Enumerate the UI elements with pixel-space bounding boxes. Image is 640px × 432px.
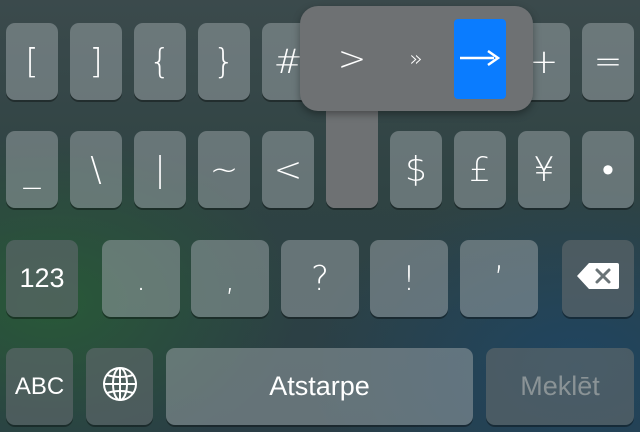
key-dollar[interactable]: $ xyxy=(390,131,442,208)
popup-option-guillemet[interactable]: » xyxy=(390,19,442,99)
key-tilde[interactable]: ~ xyxy=(198,131,250,208)
backspace-icon xyxy=(575,261,621,297)
popup-option-greater-than[interactable]: > xyxy=(326,19,378,99)
key-less-than[interactable]: < xyxy=(262,131,314,208)
key-comma[interactable]: , xyxy=(191,240,269,317)
key-question[interactable]: ? xyxy=(281,240,359,317)
key-underscore[interactable]: _ xyxy=(6,131,58,208)
key-period[interactable]: . xyxy=(102,240,180,317)
key-yen[interactable]: ¥ xyxy=(518,131,570,208)
key-open-brace[interactable]: { xyxy=(134,23,186,100)
key-apostrophe[interactable]: ’ xyxy=(460,240,538,317)
globe-icon xyxy=(101,365,139,409)
space-key[interactable]: Atstarpe xyxy=(166,348,473,425)
numbers-toggle-key[interactable]: 123 xyxy=(6,240,78,317)
key-equals[interactable]: = xyxy=(582,23,634,100)
globe-key[interactable] xyxy=(86,348,153,425)
search-key[interactable]: Meklēt xyxy=(486,348,634,425)
key-exclamation[interactable]: ! xyxy=(370,240,448,317)
abc-toggle-key[interactable]: ABC xyxy=(6,348,73,425)
key-close-brace[interactable]: } xyxy=(198,23,250,100)
key-pipe[interactable]: | xyxy=(134,131,186,208)
key-pound[interactable]: £ xyxy=(454,131,506,208)
popup-option-arrow[interactable] xyxy=(454,19,506,99)
key-bullet[interactable]: • xyxy=(582,131,634,208)
backspace-key[interactable] xyxy=(562,240,634,317)
key-backslash[interactable]: \ xyxy=(70,131,122,208)
key-close-bracket[interactable]: ] xyxy=(70,23,122,100)
right-arrow-icon xyxy=(458,39,502,79)
key-open-bracket[interactable]: [ xyxy=(6,23,58,100)
